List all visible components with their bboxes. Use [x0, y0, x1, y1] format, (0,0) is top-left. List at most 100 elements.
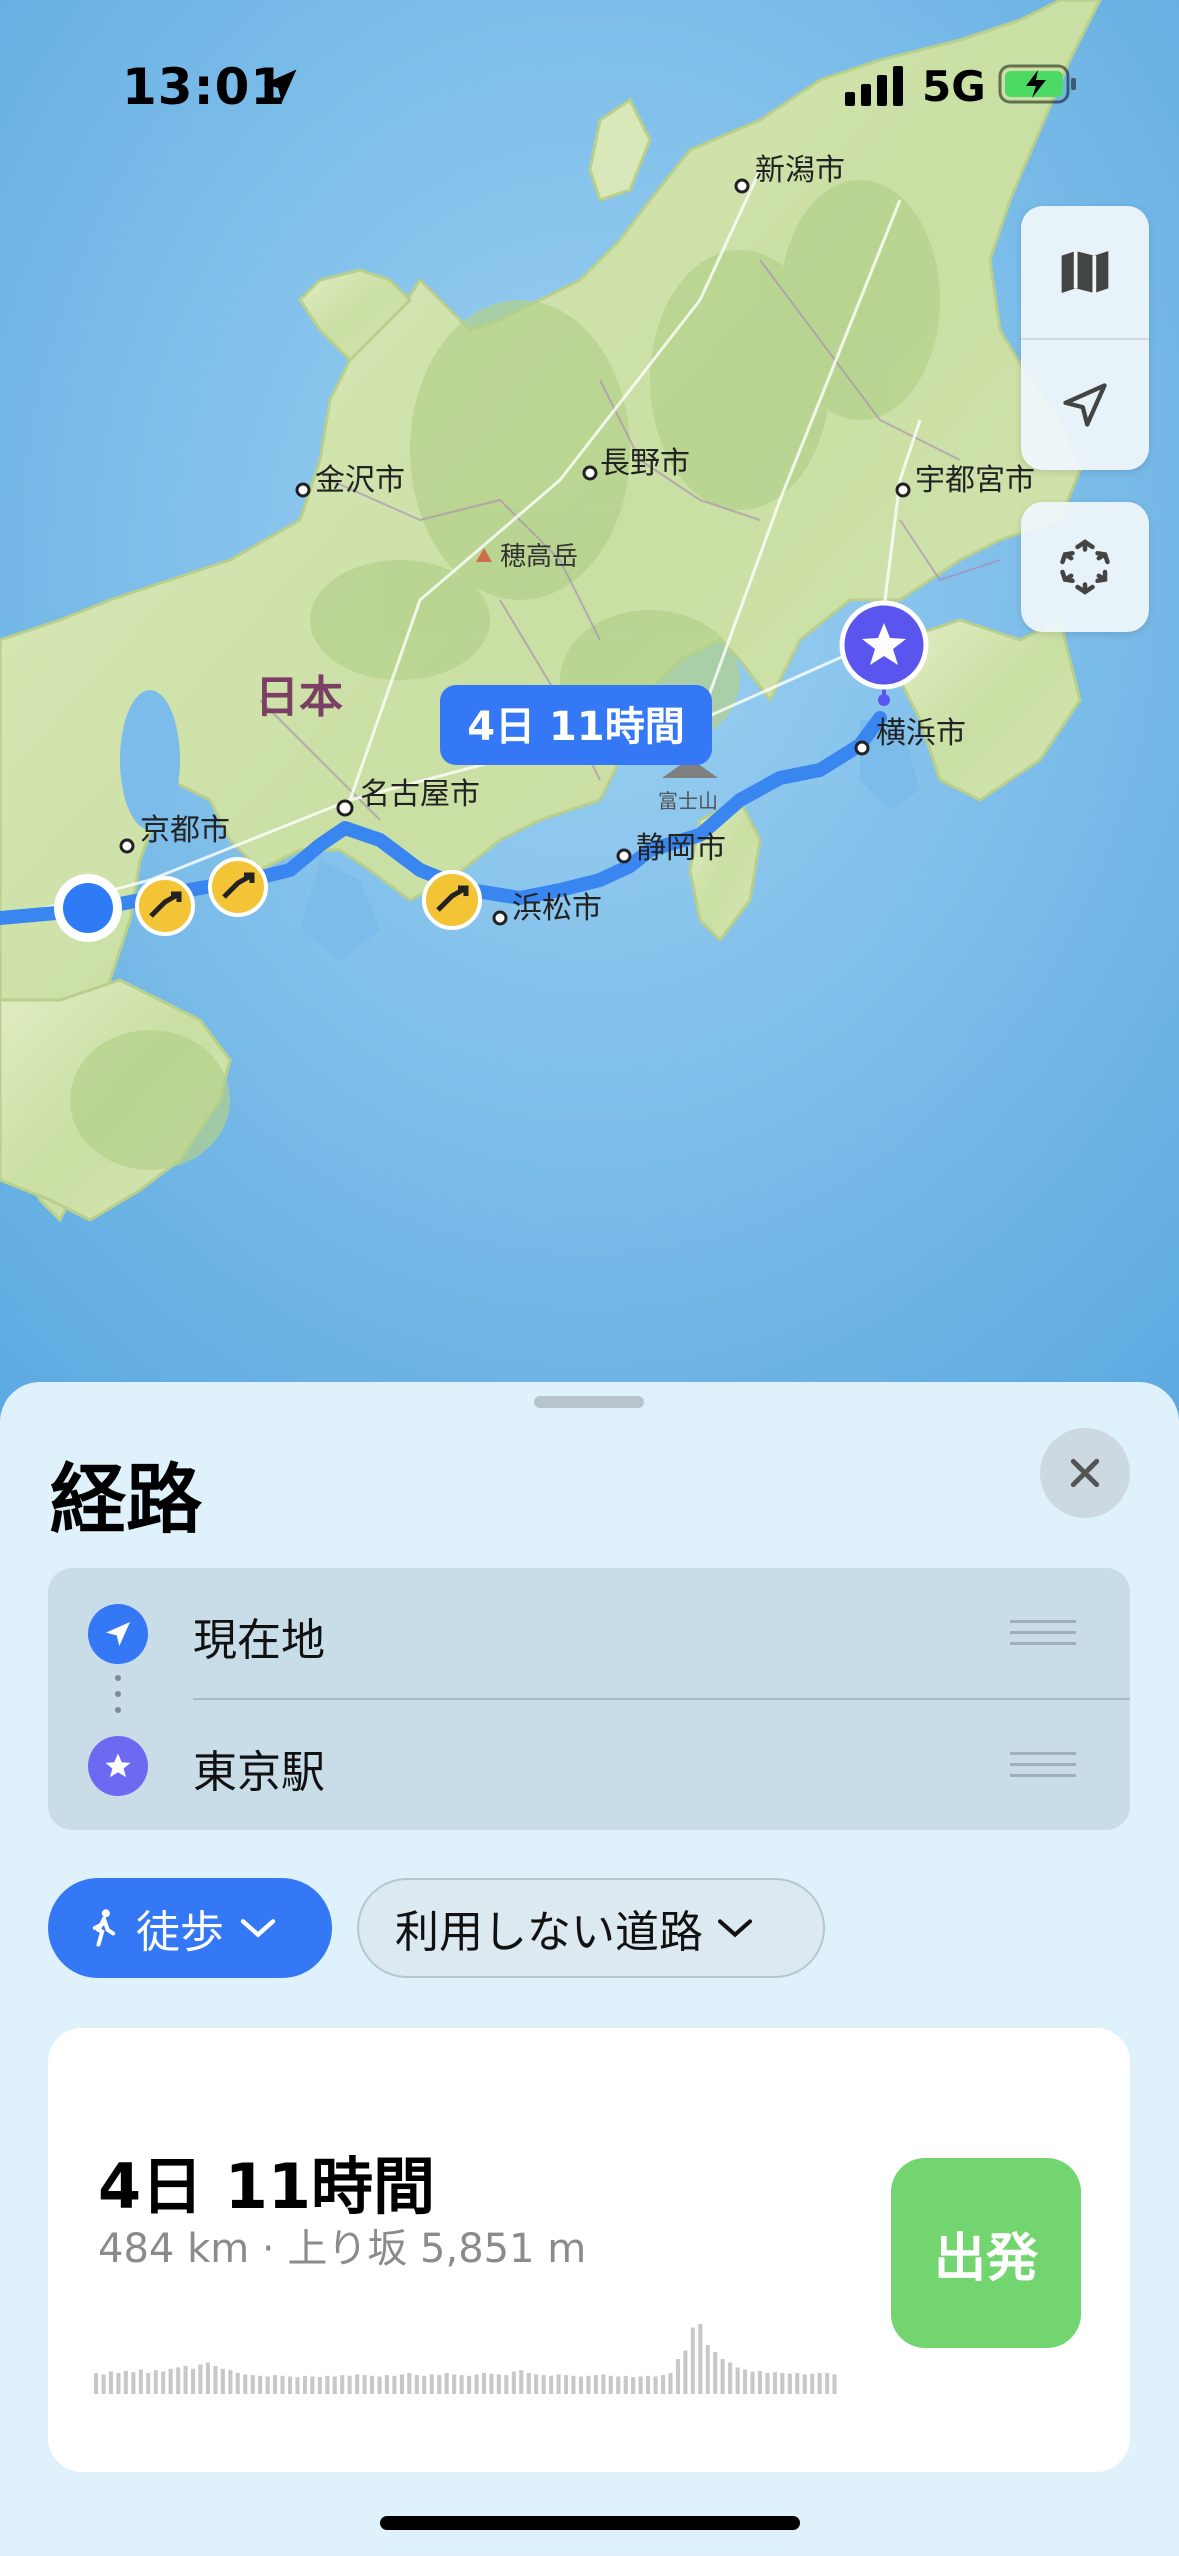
- route-duration-bubble[interactable]: 4日 11時間: [440, 685, 712, 765]
- elevation-bar: [616, 2376, 621, 2394]
- elevation-bar: [273, 2375, 278, 2394]
- elevation-bar: [258, 2375, 263, 2394]
- lake-biwa: [120, 690, 180, 830]
- elevation-bar: [295, 2377, 300, 2394]
- route-details: 484 km · 上り坂 5,851 m: [98, 2226, 587, 2272]
- elevation-bar: [355, 2374, 360, 2394]
- elevation-bar: [131, 2372, 136, 2394]
- 3d-view-icon: [1060, 539, 1110, 595]
- elevation-bar: [817, 2373, 822, 2394]
- elevation-bar: [153, 2370, 158, 2394]
- elevation-bar: [452, 2374, 457, 2394]
- walking-icon: [92, 1909, 116, 1947]
- go-button[interactable]: 出発: [891, 2158, 1081, 2348]
- sheet-title: 経路: [50, 1455, 202, 1544]
- elevation-bar: [94, 2373, 99, 2394]
- map-controls: [1021, 206, 1149, 470]
- elevation-bar: [198, 2364, 203, 2394]
- elevation-bar: [608, 2375, 613, 2394]
- city-nagoya: 名古屋市: [360, 777, 480, 812]
- elevation-bar: [519, 2370, 524, 2394]
- elevation-bar: [228, 2370, 233, 2394]
- elevation-bar: [638, 2376, 643, 2394]
- elevation-bar: [675, 2359, 680, 2394]
- hiking-marker[interactable]: [422, 870, 482, 930]
- track-location-button[interactable]: [1021, 339, 1149, 470]
- elevation-bar: [392, 2375, 397, 2394]
- waypoint-origin[interactable]: 現在地: [48, 1568, 1130, 1698]
- elevation-bar: [161, 2371, 166, 2394]
- hiking-marker[interactable]: [135, 876, 195, 936]
- elevation-bar: [123, 2370, 128, 2394]
- elevation-bar: [116, 2373, 121, 2394]
- elevation-bar: [720, 2359, 725, 2394]
- chevron-down-icon: [718, 1919, 752, 1938]
- region-label: 日本: [255, 672, 343, 723]
- elevation-bar: [586, 2375, 591, 2394]
- hiking-marker[interactable]: [208, 857, 268, 917]
- elevation-bar: [489, 2373, 494, 2394]
- close-button[interactable]: [1040, 1428, 1130, 1518]
- elevation-bar: [750, 2371, 755, 2394]
- elevation-bar: [668, 2373, 673, 2394]
- battery-charging-icon: [998, 64, 1076, 104]
- home-indicator[interactable]: [380, 2516, 800, 2530]
- city-yokohama: 横浜市: [876, 716, 966, 751]
- elevation-bar: [235, 2373, 240, 2394]
- elevation-bar: [191, 2368, 196, 2394]
- elevation-bar: [422, 2375, 427, 2394]
- reorder-handle-icon[interactable]: [1010, 1618, 1076, 1648]
- route-card[interactable]: 4日 11時間 484 km · 上り坂 5,851 m 出発: [48, 2028, 1130, 2472]
- elevation-bar: [459, 2375, 464, 2394]
- elevation-bar: [504, 2375, 509, 2394]
- elevation-bar: [429, 2374, 434, 2394]
- elevation-bar: [332, 2376, 337, 2394]
- status-bar: 13:01 5G: [0, 0, 1179, 170]
- reorder-handle-icon[interactable]: [1010, 1750, 1076, 1780]
- elevation-bar: [399, 2374, 404, 2394]
- sheet-grabber[interactable]: [534, 1396, 644, 1408]
- close-icon: [1070, 1458, 1100, 1488]
- elevation-bar: [437, 2375, 442, 2394]
- elevation-bar: [101, 2374, 106, 2394]
- elevation-bar: [183, 2366, 188, 2394]
- elevation-bar: [690, 2327, 695, 2394]
- elevation-bar: [541, 2375, 546, 2394]
- elevation-bar: [623, 2375, 628, 2394]
- go-button-label: 出発: [933, 2228, 1038, 2289]
- star-icon: [88, 1736, 148, 1796]
- city-hamamatsu: 浜松市: [512, 891, 602, 926]
- elevation-bar: [802, 2374, 807, 2394]
- elevation-bar: [795, 2373, 800, 2394]
- elevation-bar: [743, 2369, 748, 2394]
- map-mode-button[interactable]: [1021, 206, 1149, 337]
- map-view[interactable]: 4日 11時間 新潟市 金沢市 長野市 宇都宮市 横浜市 名古屋市 京都市 静岡…: [0, 0, 1179, 1420]
- waypoint-destination[interactable]: 東京駅: [48, 1700, 1130, 1830]
- elevation-bar: [571, 2375, 576, 2394]
- elevation-bar: [765, 2373, 770, 2394]
- elevation-bar: [310, 2376, 315, 2394]
- city-kanazawa: 金沢市: [315, 463, 405, 498]
- city-shizuoka: 静岡市: [636, 831, 726, 866]
- 3d-view-button[interactable]: [1021, 502, 1149, 632]
- elevation-bar: [288, 2376, 293, 2394]
- elevation-bar: [810, 2373, 815, 2394]
- waypoint-origin-label: 現在地: [193, 1615, 325, 1666]
- cellular-signal-icon: [845, 66, 903, 106]
- elevation-bar: [496, 2374, 501, 2394]
- location-arrow-icon: [1063, 382, 1107, 427]
- elevation-bar: [377, 2376, 382, 2394]
- elevation-bar: [340, 2375, 345, 2394]
- avoid-roads-button[interactable]: 利用しない道路: [357, 1878, 825, 1978]
- elevation-bar: [511, 2371, 516, 2394]
- map-icon: [1061, 250, 1109, 293]
- elevation-bar: [825, 2373, 830, 2394]
- elevation-bar: [414, 2375, 419, 2394]
- elevation-bar: [564, 2375, 569, 2394]
- elevation-bar: [205, 2362, 210, 2394]
- transport-mode-button[interactable]: 徒歩: [48, 1878, 332, 1978]
- current-location-dot[interactable]: [54, 874, 122, 942]
- route-duration: 4日 11時間: [98, 2150, 436, 2223]
- elevation-bar: [467, 2375, 472, 2394]
- elevation-bar: [526, 2373, 531, 2394]
